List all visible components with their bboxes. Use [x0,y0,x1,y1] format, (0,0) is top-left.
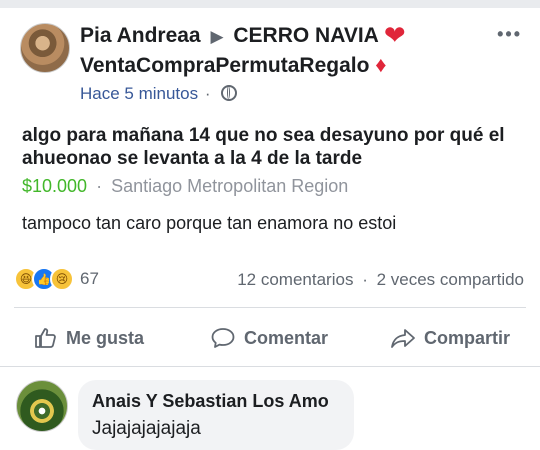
price: $10.000 [22,176,88,196]
marketplace-post: Pia Andreaa ▶ CERRO NAVIA ❤ VentaCompraP… [0,8,540,450]
sad-icon: 😢 [50,267,74,291]
share-button-label: Compartir [424,327,511,348]
author-name[interactable]: Pia Andreaa [80,24,201,47]
post-meta: Hace 5 minutos · [80,84,238,104]
engagement-counts: 12 comentarios · 2 veces compartido [237,270,524,290]
location: Santiago Metropolitan Region [111,176,349,196]
group-name-line: VentaCompraPermutaRegalo ♦ [80,52,387,79]
comment-button-label: Comentar [244,327,329,348]
share-button[interactable]: Compartir [390,318,510,358]
comment-bubble: Anais Y Sebastian Los Amo Jajajajajajaja [78,380,354,450]
action-bar: Me gusta Comentar Compartir [0,318,540,358]
meta-separator: · [204,84,211,103]
commenter-avatar[interactable] [16,380,68,432]
like-button-label: Me gusta [66,327,145,348]
group-name-part2[interactable]: VentaCompraPermutaRegalo [80,54,369,77]
comment-bubble-icon [211,328,235,348]
post-timestamp[interactable]: Hace 5 minutos [80,84,198,103]
globe-icon [221,85,238,101]
more-options-icon[interactable]: ••• [497,24,522,45]
comment-button[interactable]: Comentar [210,318,328,358]
group-name-part1[interactable]: CERRO NAVIA [233,24,378,47]
reactions-summary[interactable]: 😆 👍 😢 67 [14,267,99,291]
diamond-icon: ♦ [375,52,387,77]
like-button[interactable]: Me gusta [34,318,144,358]
post-title: algo para mañana 14 que no sea desayuno … [22,125,505,169]
heart-icon: ❤ [383,20,406,50]
reaction-count: 67 [80,269,99,288]
comment-author[interactable]: Anais Y Sebastian Los Amo [92,391,329,412]
comment-text: Jajajajajajaja [92,418,201,439]
share-arrow-icon [391,329,415,348]
top-strip [0,0,540,8]
post-description: tampoco tan caro porque tan enamora no e… [22,213,397,233]
shares-count[interactable]: 2 veces compartido [377,270,524,289]
location-separator: · [96,176,103,196]
arrow-right-icon: ▶ [210,27,224,46]
thumbs-up-icon [35,328,56,348]
comments-count[interactable]: 12 comentarios [237,270,353,289]
divider [0,366,540,367]
price-location-line: $10.000 · Santiago Metropolitan Region [22,176,348,197]
author-avatar[interactable] [20,23,70,73]
counts-separator: · [362,270,368,289]
post-header-line: Pia Andreaa ▶ CERRO NAVIA ❤ [80,22,406,50]
divider [14,307,526,308]
